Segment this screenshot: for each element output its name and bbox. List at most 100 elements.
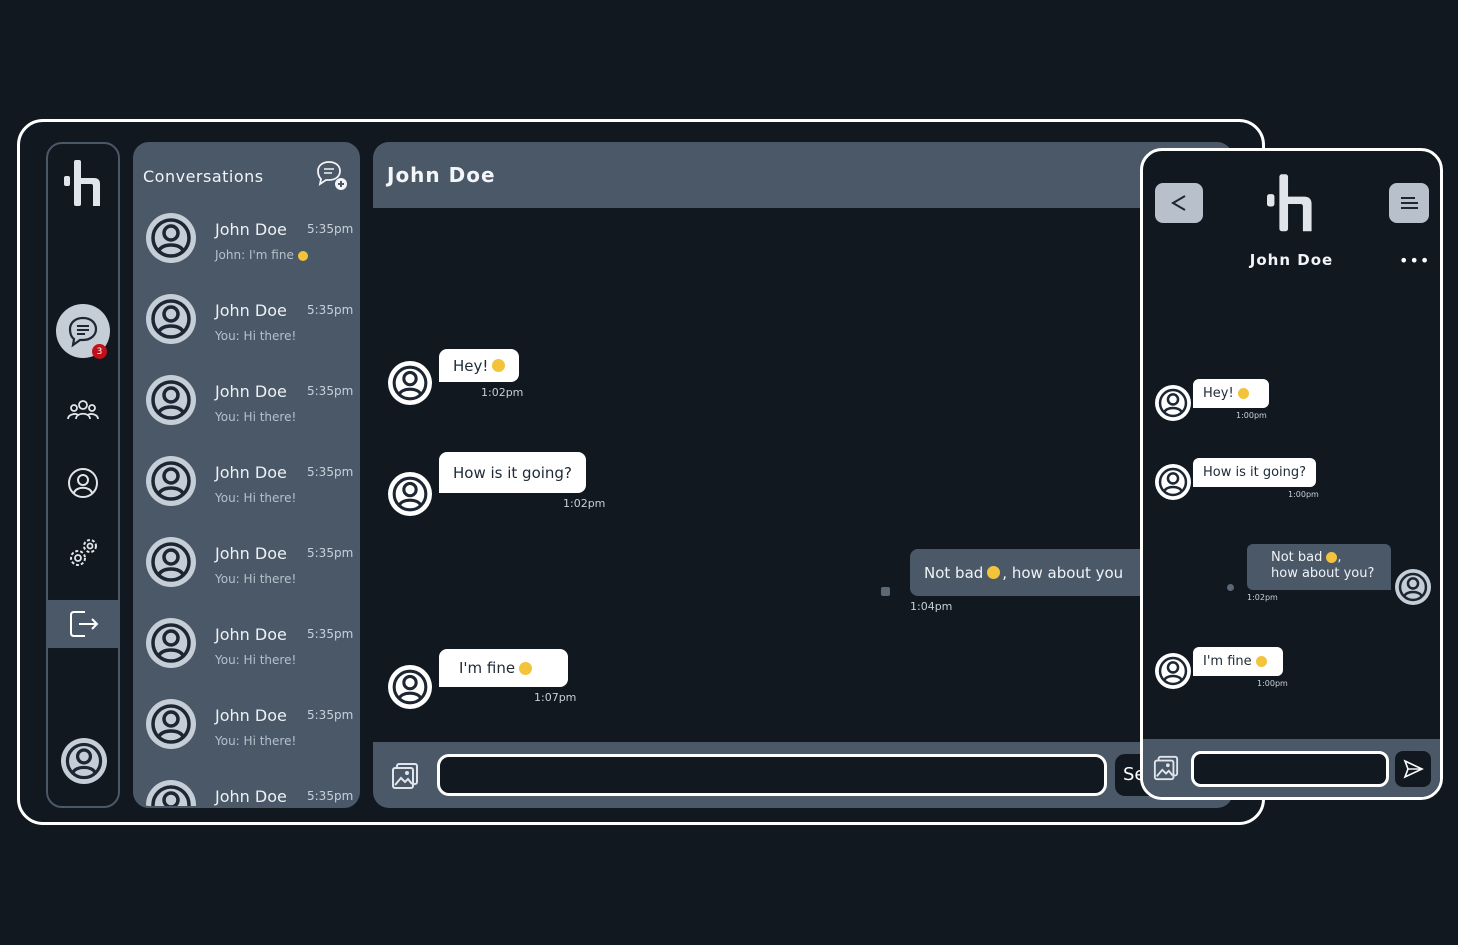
chat-bubble-icon: [68, 316, 98, 348]
message-time: 5:35pm: [307, 384, 354, 398]
message-bubble-sent: Not bad, how about you?: [1247, 544, 1391, 590]
message-bubble: I'm fine: [439, 649, 569, 687]
sender-avatar: [388, 665, 432, 709]
conversation-item[interactable]: John Doe 5:35pm John: I'm fine: [135, 208, 358, 289]
message-time: 1:02pm: [481, 386, 524, 399]
smile-emoji-icon: [297, 250, 308, 261]
conversation-item[interactable]: John Doe 5:35pm You: Hi there!: [135, 613, 358, 694]
message-time: 5:35pm: [307, 627, 354, 641]
menu-icon: [1401, 197, 1418, 209]
nav-groups-button[interactable]: [48, 388, 118, 434]
contact-avatar: [146, 537, 196, 587]
conversation-item[interactable]: John Doe 5:35pm You: Hi there!: [135, 370, 358, 451]
contact-avatar: [146, 294, 196, 344]
message-time: 1:04pm: [910, 600, 953, 613]
smile-emoji-icon: [1255, 656, 1267, 667]
message-time: 1:00pm: [1288, 490, 1319, 499]
attach-image-icon[interactable]: [1153, 755, 1179, 781]
conversation-list: John Doe 5:35pm John: I'm fine John Doe …: [135, 208, 358, 808]
conversations-title: Conversations: [143, 166, 264, 186]
contact-avatar: [146, 213, 196, 263]
message-composer: Se: [373, 742, 1233, 808]
read-indicator: [881, 587, 890, 596]
new-conversation-icon[interactable]: [314, 158, 350, 194]
message-preview: You: Hi there!: [215, 491, 297, 505]
back-button[interactable]: [1155, 183, 1203, 223]
sender-avatar: [388, 361, 432, 405]
smile-emoji-icon: [519, 661, 533, 675]
conversations-panel: Conversations John Doe 5:35pm John: I'm …: [133, 142, 360, 808]
mobile-composer: [1143, 739, 1440, 797]
logout-icon: [70, 611, 99, 637]
message-bubble: How is it going?: [1193, 458, 1317, 487]
message-preview: You: Hi there!: [215, 572, 297, 586]
contact-avatar: [146, 699, 196, 749]
chat-header: John Doe: [373, 142, 1233, 208]
message-bubble: Hey!: [439, 349, 520, 382]
menu-button[interactable]: [1389, 183, 1429, 223]
profile-icon: [68, 468, 98, 498]
message-preview: You: Hi there!: [215, 734, 297, 748]
conversation-item[interactable]: John Doe 5:35pm You: Hi there!: [135, 694, 358, 775]
message-preview: You: Hi there!: [215, 329, 297, 343]
group-icon: [67, 400, 99, 420]
message-time: 1:02pm: [1247, 593, 1278, 602]
message-bubble: How is it going?: [439, 452, 586, 493]
wave-emoji-icon: [492, 359, 506, 372]
contact-avatar: [146, 780, 196, 808]
contact-name: John Doe: [215, 706, 287, 725]
message-time: 5:35pm: [307, 789, 354, 803]
sender-avatar: [1155, 385, 1191, 421]
mobile-frame: John Doe ••• Hey! 1:00pm How is it going…: [1140, 148, 1443, 800]
app-logo-icon: [64, 158, 106, 210]
message-input[interactable]: [437, 754, 1107, 796]
message-time: 5:35pm: [307, 303, 354, 317]
nav-settings-button[interactable]: [48, 530, 118, 576]
attach-image-icon[interactable]: [391, 762, 419, 790]
chat-panel: John Doe Hey! 1:02pm How is it going? 1:…: [373, 142, 1233, 808]
mobile-message-input[interactable]: [1191, 751, 1389, 787]
sender-avatar: [1155, 653, 1191, 689]
send-button[interactable]: [1395, 751, 1431, 787]
chat-title: John Doe: [387, 163, 496, 187]
message-time: 1:02pm: [563, 497, 606, 510]
message-time: 1:00pm: [1257, 679, 1288, 688]
gear-icon: [70, 539, 97, 566]
conversation-item[interactable]: John Doe 5:35pm You: Hi there!: [135, 451, 358, 532]
contact-avatar: [146, 618, 196, 668]
message-time: 5:35pm: [307, 546, 354, 560]
send-icon: [1403, 759, 1424, 779]
more-options-icon[interactable]: •••: [1399, 251, 1430, 270]
conversation-item[interactable]: John Doe 5:35pm You: Hi there!: [135, 289, 358, 370]
nav-logout-button[interactable]: [48, 600, 118, 648]
message-preview: You: Hi there!: [215, 410, 297, 424]
sender-avatar: [1155, 464, 1191, 500]
contact-name: John Doe: [215, 625, 287, 644]
mobile-chat-title: John Doe: [1249, 251, 1334, 269]
message-bubble: I'm fine: [1193, 647, 1283, 676]
conversation-item[interactable]: John Doe 5:35pm: [135, 775, 358, 808]
message-preview: You: Hi there!: [215, 653, 297, 667]
contact-name: John Doe: [215, 787, 287, 806]
sender-avatar: [388, 472, 432, 516]
message-time: 5:35pm: [307, 708, 354, 722]
read-indicator: [1227, 584, 1234, 591]
conversation-item[interactable]: John Doe 5:35pm You: Hi there!: [135, 532, 358, 613]
contact-name: John Doe: [215, 463, 287, 482]
contact-name: John Doe: [215, 544, 287, 563]
contact-avatar: [146, 375, 196, 425]
unread-badge: 3: [92, 344, 107, 359]
nav-profile-button[interactable]: [48, 460, 118, 506]
contact-name: John Doe: [215, 301, 287, 320]
contact-name: John Doe: [215, 220, 287, 239]
message-time: 1:00pm: [1236, 411, 1267, 420]
message-time: 5:35pm: [307, 222, 354, 236]
contact-avatar: [146, 456, 196, 506]
conversations-header: Conversations: [135, 144, 358, 208]
current-user-avatar[interactable]: [61, 738, 107, 784]
message-time: 1:07pm: [534, 691, 577, 704]
message-preview: John: I'm fine: [215, 248, 308, 262]
chevron-left-icon: [1171, 195, 1186, 211]
sidebar-rail: 3: [46, 142, 120, 808]
grin-emoji-icon: [1326, 552, 1338, 563]
